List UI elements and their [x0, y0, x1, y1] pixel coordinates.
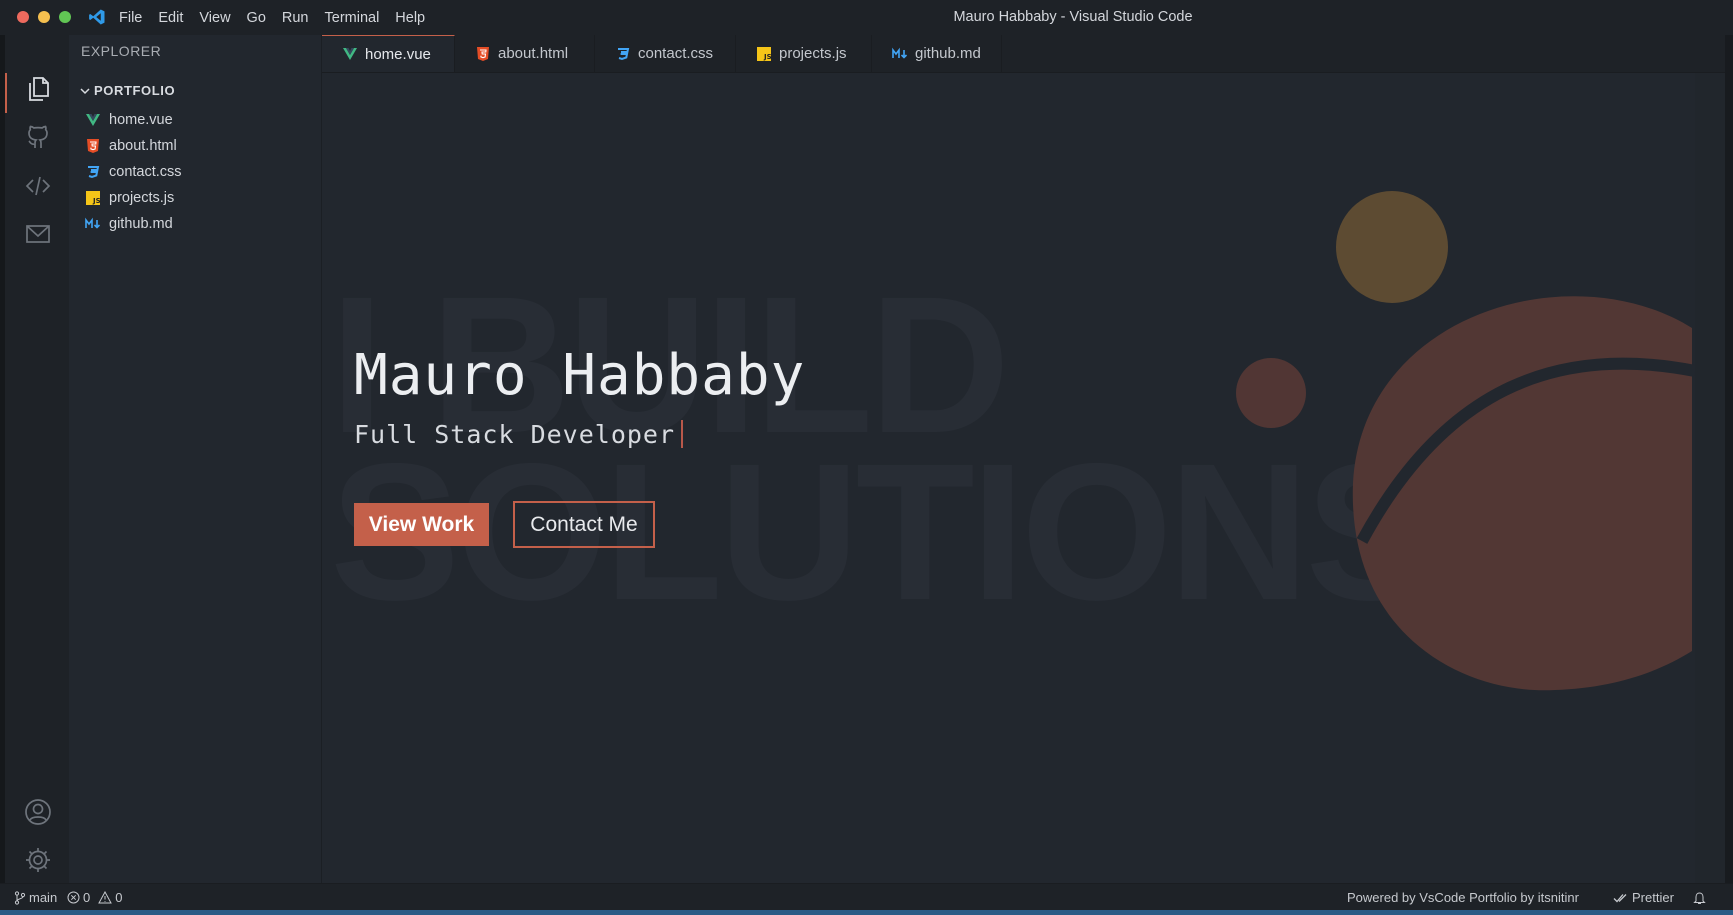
branch-name: main — [29, 890, 58, 905]
window-title: Mauro Habbaby - Visual Studio Code — [953, 9, 1193, 25]
tab-github-md[interactable]: github.md — [872, 35, 1002, 72]
explorer-sidebar: EXPLORER PORTFOLIO home.vue about.html c… — [69, 35, 322, 883]
vscode-logo-icon — [89, 9, 105, 25]
mail-icon[interactable] — [24, 220, 52, 248]
explorer-file-home-vue[interactable]: home.vue — [85, 109, 173, 131]
folder-portfolio[interactable]: PORTFOLIO — [79, 83, 175, 98]
menu-run[interactable]: Run — [282, 10, 309, 26]
problems-indicator[interactable]: 0 0 — [67, 884, 122, 911]
hero-name: Mauro Habbaby — [354, 343, 806, 408]
js-icon: JS — [86, 191, 101, 205]
file-label: contact.css — [109, 164, 182, 180]
minimize-window-button[interactable] — [38, 11, 50, 23]
maximize-window-button[interactable] — [59, 11, 71, 23]
error-icon — [67, 891, 80, 904]
tab-about-html[interactable]: about.html — [455, 35, 595, 72]
taskbar-edge — [0, 910, 1733, 915]
tab-label: github.md — [915, 45, 981, 62]
github-icon[interactable] — [24, 123, 52, 151]
double-check-icon — [1613, 893, 1627, 902]
explorer-title: EXPLORER — [81, 43, 162, 59]
menu-edit[interactable]: Edit — [158, 10, 183, 26]
close-window-button[interactable] — [17, 11, 29, 23]
menu-view[interactable]: View — [199, 10, 230, 26]
chevron-down-icon — [80, 87, 90, 94]
explorer-file-github-md[interactable]: github.md — [85, 213, 173, 235]
typing-caret — [681, 420, 684, 448]
small-rust-circle — [1236, 358, 1306, 428]
js-icon: JS — [757, 46, 772, 61]
git-branch-icon — [14, 890, 26, 905]
markdown-icon — [85, 217, 101, 229]
file-label: home.vue — [109, 112, 173, 128]
svg-text:JS: JS — [92, 197, 101, 205]
html-icon — [477, 46, 489, 61]
menu-go[interactable]: Go — [247, 10, 266, 26]
css-icon — [618, 47, 630, 60]
css-icon — [88, 166, 100, 179]
account-icon[interactable] — [24, 798, 52, 826]
menu-terminal[interactable]: Terminal — [325, 10, 380, 26]
formatter-label: Prettier — [1632, 890, 1674, 905]
menu-file[interactable]: File — [119, 10, 142, 26]
settings-gear-icon[interactable] — [24, 846, 52, 874]
tab-label: projects.js — [779, 45, 847, 62]
code-icon[interactable] — [24, 172, 52, 200]
explorer-file-contact-css[interactable]: contact.css — [85, 161, 182, 183]
hero-role-text: Full Stack Developer — [354, 420, 676, 449]
warning-icon — [98, 891, 113, 904]
hero-role: Full Stack Developer — [354, 420, 684, 449]
notifications-button[interactable] — [1693, 884, 1706, 911]
warning-count: 0 — [115, 890, 123, 905]
window-edge — [1725, 35, 1733, 883]
active-view-indicator — [5, 73, 7, 113]
large-rust-shape — [1352, 296, 1692, 691]
menu-bar: File Edit View Go Run Terminal Help — [119, 0, 441, 35]
contact-me-button[interactable]: Contact Me — [513, 501, 655, 548]
editor-area: I BUILD SOLUTIONS Mauro Habbaby Full Sta… — [322, 73, 1695, 883]
markdown-icon — [892, 47, 908, 59]
file-label: about.html — [109, 138, 177, 154]
html-icon — [87, 139, 99, 153]
menu-help[interactable]: Help — [395, 10, 425, 26]
svg-text:JS: JS — [763, 53, 772, 61]
title-bar: File Edit View Go Run Terminal Help Maur… — [0, 0, 1733, 36]
error-count: 0 — [83, 890, 91, 905]
gold-circle — [1336, 191, 1448, 303]
decorative-shapes — [1236, 191, 1695, 691]
vue-icon — [343, 48, 357, 60]
explorer-file-about-html[interactable]: about.html — [85, 135, 177, 157]
editor-tab-bar: home.vue about.html contact.css JS proje… — [322, 35, 1733, 73]
prettier-indicator[interactable]: Prettier — [1613, 884, 1674, 911]
credit-text[interactable]: Powered by VsCode Portfolio by itsnitinr — [1347, 884, 1579, 911]
tab-home-vue[interactable]: home.vue — [322, 35, 455, 72]
folder-label: PORTFOLIO — [94, 83, 176, 98]
tab-contact-css[interactable]: contact.css — [595, 35, 736, 72]
explorer-file-projects-js[interactable]: JS projects.js — [85, 187, 174, 209]
file-label: github.md — [109, 216, 173, 232]
tab-projects-js[interactable]: JS projects.js — [736, 35, 872, 72]
tab-label: contact.css — [638, 45, 714, 62]
branch-indicator[interactable]: main — [14, 884, 57, 911]
file-label: projects.js — [109, 190, 175, 206]
bell-icon — [1693, 891, 1706, 904]
view-work-button[interactable]: View Work — [354, 503, 489, 546]
activity-bar — [0, 35, 69, 883]
tab-label: home.vue — [365, 45, 431, 63]
files-icon[interactable] — [24, 75, 52, 103]
tab-label: about.html — [498, 45, 569, 62]
status-bar: main 0 0 Powered by VsCode Portfolio by … — [0, 883, 1733, 911]
vue-icon — [86, 114, 100, 126]
